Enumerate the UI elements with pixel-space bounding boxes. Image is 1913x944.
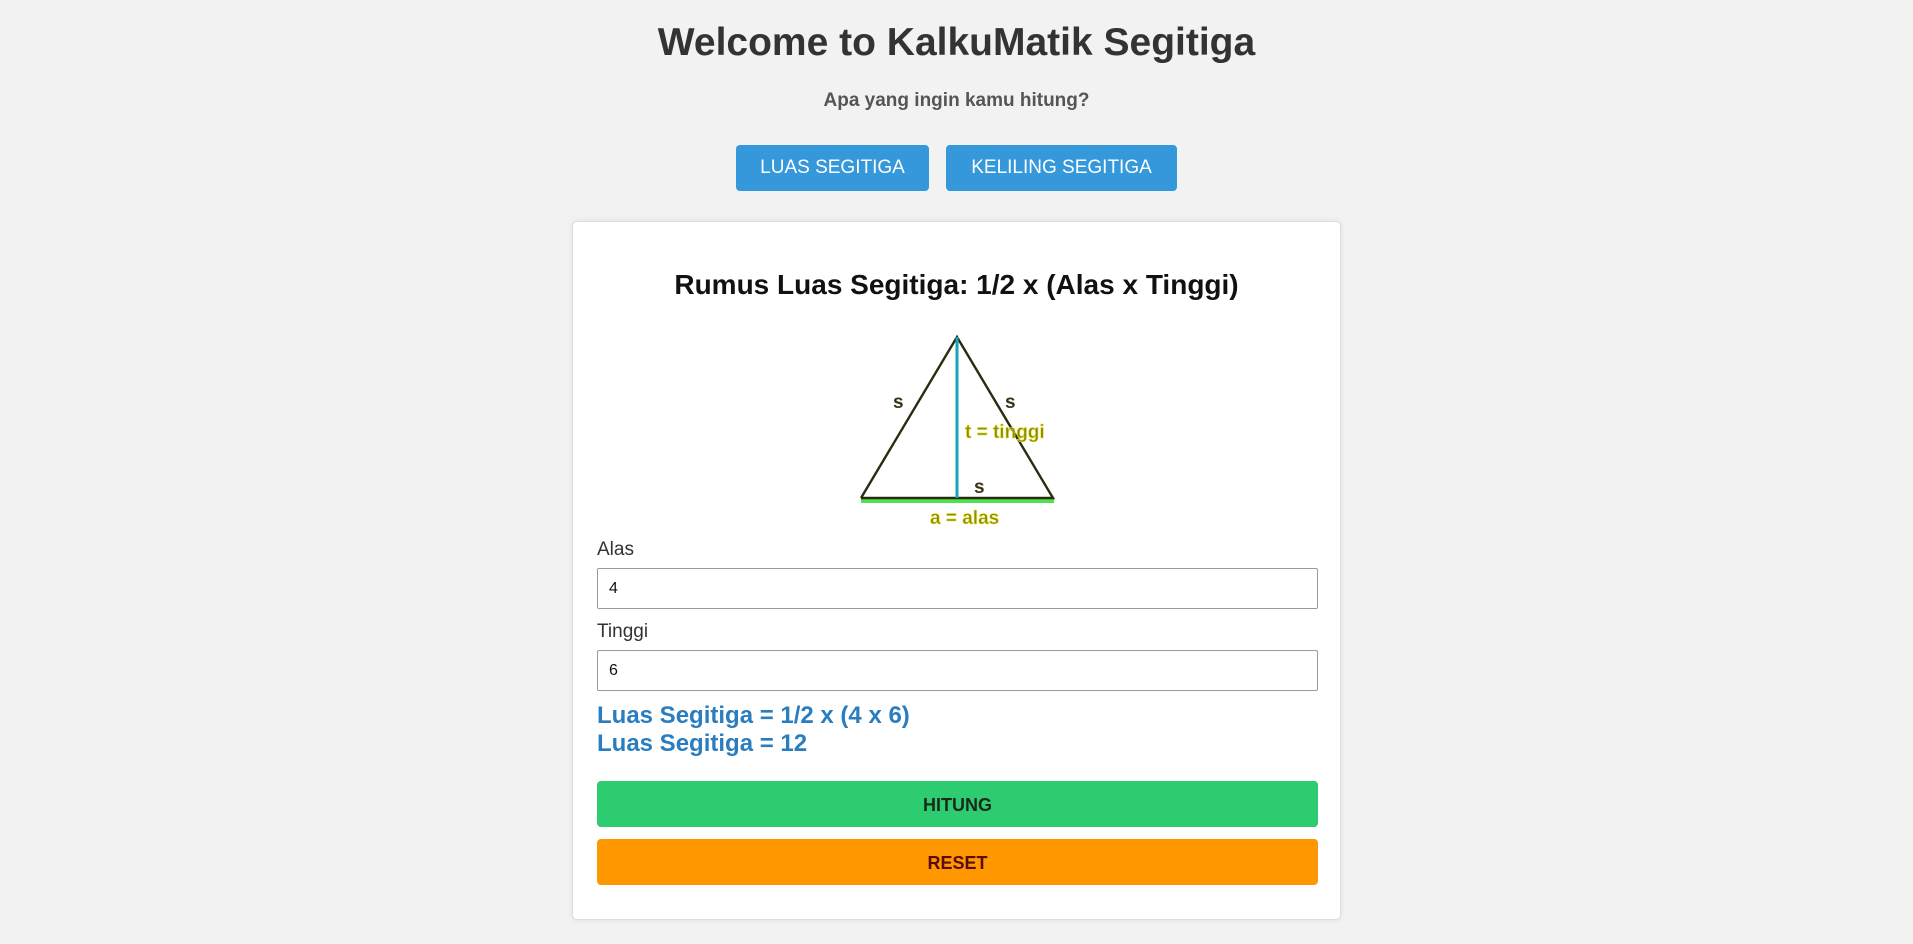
formula-title: Rumus Luas Segitiga: 1/2 x (Alas x Tingg… — [674, 269, 1239, 300]
alas-label: Alas — [597, 539, 634, 560]
hitung-button[interactable]: HITUNG — [597, 781, 1318, 827]
tinggi-input[interactable] — [597, 650, 1318, 691]
reset-button[interactable]: RESET — [597, 839, 1318, 885]
result-value-line: Luas Segitiga = 12 — [597, 730, 808, 757]
keliling-segitiga-button[interactable]: KELILING SEGITIGA — [946, 145, 1177, 191]
page-subtitle: Apa yang ingin kamu hitung? — [823, 90, 1090, 111]
side-label-left: s — [893, 392, 904, 413]
result-formula-line: Luas Segitiga = 1/2 x (4 x 6) — [597, 702, 910, 729]
page-title: Welcome to KalkuMatik Segitiga — [657, 21, 1256, 64]
height-label: t = tinggi — [965, 422, 1045, 443]
luas-segitiga-button[interactable]: LUAS SEGITIGA — [736, 145, 929, 191]
tinggi-label: Tinggi — [597, 621, 649, 642]
alas-input[interactable] — [597, 568, 1318, 609]
mode-button-group: LUAS SEGITIGA KELILING SEGITIGA — [0, 145, 1913, 191]
calculator-card: Rumus Luas Segitiga: 1/2 x (Alas x Tingg… — [572, 221, 1341, 920]
base-label: a = alas — [930, 508, 999, 529]
side-label-bottom: s — [974, 477, 985, 498]
triangle-diagram: s s t = tinggi s a = alas — [859, 334, 1056, 529]
side-label-right: s — [1005, 392, 1016, 413]
